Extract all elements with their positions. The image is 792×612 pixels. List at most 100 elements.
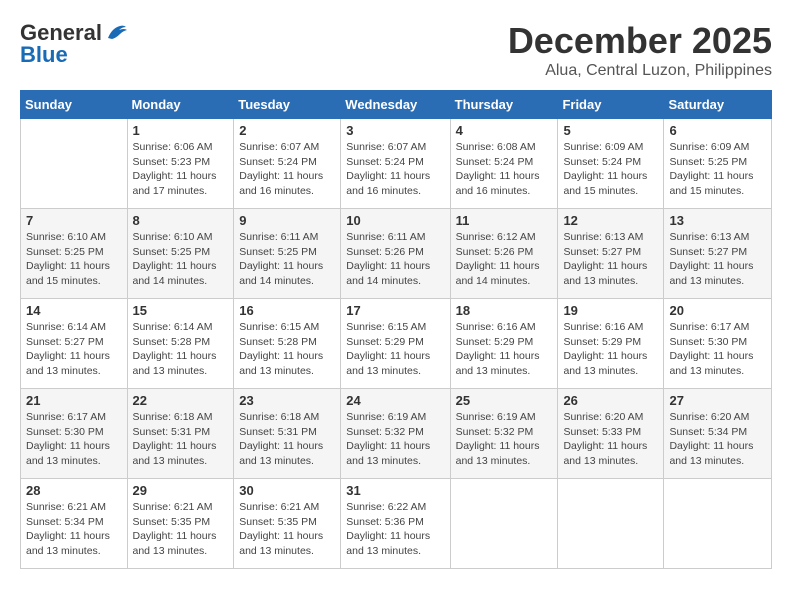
calendar-cell: 27 Sunrise: 6:20 AM Sunset: 5:34 PM Dayli… xyxy=(664,389,772,479)
week-row-2: 7 Sunrise: 6:10 AM Sunset: 5:25 PM Daylig… xyxy=(21,209,772,299)
calendar-cell: 25 Sunrise: 6:19 AM Sunset: 5:32 PM Dayli… xyxy=(450,389,558,479)
calendar-cell: 1Sunrise: 6:06 AM Sunset: 5:23 PM Daylig… xyxy=(127,119,234,209)
calendar-cell: 12Sunrise: 6:13 AM Sunset: 5:27 PM Dayli… xyxy=(558,209,664,299)
day-info: Sunrise: 6:09 AM Sunset: 5:24 PM Dayligh… xyxy=(563,140,658,199)
calendar-cell: 29 Sunrise: 6:21 AM Sunset: 5:35 PM Dayli… xyxy=(127,479,234,569)
weekday-header-monday: Monday xyxy=(127,91,234,119)
day-number: 30 xyxy=(239,483,335,498)
day-info: Sunrise: 6:16 AM Sunset: 5:29 PM Dayligh… xyxy=(456,320,553,379)
day-info: Sunrise: 6:22 AM Sunset: 5:36 PM Dayligh… xyxy=(346,500,444,559)
day-number: 5 xyxy=(563,123,658,138)
weekday-header-saturday: Saturday xyxy=(664,91,772,119)
month-title: December 2025 xyxy=(508,20,772,62)
calendar-cell: 3Sunrise: 6:07 AM Sunset: 5:24 PM Daylig… xyxy=(341,119,450,209)
weekday-header-friday: Friday xyxy=(558,91,664,119)
day-number: 10 xyxy=(346,213,444,228)
calendar-cell: 19 Sunrise: 6:16 AM Sunset: 5:29 PM Dayli… xyxy=(558,299,664,389)
calendar-cell xyxy=(664,479,772,569)
calendar-cell: 9 Sunrise: 6:11 AM Sunset: 5:25 PM Daylig… xyxy=(234,209,341,299)
weekday-header-thursday: Thursday xyxy=(450,91,558,119)
day-number: 12 xyxy=(563,213,658,228)
day-info: Sunrise: 6:21 AM Sunset: 5:35 PM Dayligh… xyxy=(133,500,229,559)
calendar-cell: 8 Sunrise: 6:10 AM Sunset: 5:25 PM Daylig… xyxy=(127,209,234,299)
day-number: 29 xyxy=(133,483,229,498)
day-info: Sunrise: 6:21 AM Sunset: 5:34 PM Dayligh… xyxy=(26,500,122,559)
calendar-cell: 26 Sunrise: 6:20 AM Sunset: 5:33 PM Dayli… xyxy=(558,389,664,479)
calendar-table: SundayMondayTuesdayWednesdayThursdayFrid… xyxy=(20,90,772,569)
day-number: 17 xyxy=(346,303,444,318)
logo: General Blue xyxy=(20,20,128,68)
weekday-header-wednesday: Wednesday xyxy=(341,91,450,119)
logo-bird-icon xyxy=(106,24,128,42)
day-info: Sunrise: 6:17 AM Sunset: 5:30 PM Dayligh… xyxy=(26,410,122,469)
day-info: Sunrise: 6:10 AM Sunset: 5:25 PM Dayligh… xyxy=(26,230,122,289)
calendar-cell: 17 Sunrise: 6:15 AM Sunset: 5:29 PM Dayli… xyxy=(341,299,450,389)
day-info: Sunrise: 6:14 AM Sunset: 5:27 PM Dayligh… xyxy=(26,320,122,379)
calendar-cell: 24 Sunrise: 6:19 AM Sunset: 5:32 PM Dayli… xyxy=(341,389,450,479)
weekday-header-tuesday: Tuesday xyxy=(234,91,341,119)
day-info: Sunrise: 6:18 AM Sunset: 5:31 PM Dayligh… xyxy=(239,410,335,469)
day-number: 2 xyxy=(239,123,335,138)
day-info: Sunrise: 6:11 AM Sunset: 5:26 PM Dayligh… xyxy=(346,230,444,289)
day-info: Sunrise: 6:15 AM Sunset: 5:28 PM Dayligh… xyxy=(239,320,335,379)
day-number: 19 xyxy=(563,303,658,318)
day-number: 3 xyxy=(346,123,444,138)
day-number: 22 xyxy=(133,393,229,408)
day-info: Sunrise: 6:11 AM Sunset: 5:25 PM Dayligh… xyxy=(239,230,335,289)
day-number: 14 xyxy=(26,303,122,318)
calendar-cell xyxy=(450,479,558,569)
day-info: Sunrise: 6:20 AM Sunset: 5:34 PM Dayligh… xyxy=(669,410,766,469)
calendar-cell: 6Sunrise: 6:09 AM Sunset: 5:25 PM Daylig… xyxy=(664,119,772,209)
day-number: 25 xyxy=(456,393,553,408)
day-number: 20 xyxy=(669,303,766,318)
calendar-cell: 21 Sunrise: 6:17 AM Sunset: 5:30 PM Dayli… xyxy=(21,389,128,479)
day-info: Sunrise: 6:21 AM Sunset: 5:35 PM Dayligh… xyxy=(239,500,335,559)
day-info: Sunrise: 6:19 AM Sunset: 5:32 PM Dayligh… xyxy=(456,410,553,469)
day-info: Sunrise: 6:15 AM Sunset: 5:29 PM Dayligh… xyxy=(346,320,444,379)
day-number: 27 xyxy=(669,393,766,408)
calendar-cell: 18 Sunrise: 6:16 AM Sunset: 5:29 PM Dayli… xyxy=(450,299,558,389)
day-number: 24 xyxy=(346,393,444,408)
location-title: Alua, Central Luzon, Philippines xyxy=(508,62,772,80)
calendar-cell: 16 Sunrise: 6:15 AM Sunset: 5:28 PM Dayli… xyxy=(234,299,341,389)
calendar-cell: 23Sunrise: 6:18 AM Sunset: 5:31 PM Dayli… xyxy=(234,389,341,479)
day-number: 11 xyxy=(456,213,553,228)
calendar-cell: 15 Sunrise: 6:14 AM Sunset: 5:28 PM Dayli… xyxy=(127,299,234,389)
title-block: December 2025 Alua, Central Luzon, Phili… xyxy=(508,20,772,80)
day-info: Sunrise: 6:09 AM Sunset: 5:25 PM Dayligh… xyxy=(669,140,766,199)
calendar-cell: 7 Sunrise: 6:10 AM Sunset: 5:25 PM Daylig… xyxy=(21,209,128,299)
weekday-header-row: SundayMondayTuesdayWednesdayThursdayFrid… xyxy=(21,91,772,119)
calendar-cell: 14 Sunrise: 6:14 AM Sunset: 5:27 PM Dayli… xyxy=(21,299,128,389)
day-number: 26 xyxy=(563,393,658,408)
day-info: Sunrise: 6:10 AM Sunset: 5:25 PM Dayligh… xyxy=(133,230,229,289)
day-number: 18 xyxy=(456,303,553,318)
week-row-5: 28 Sunrise: 6:21 AM Sunset: 5:34 PM Dayli… xyxy=(21,479,772,569)
calendar-cell: 13Sunrise: 6:13 AM Sunset: 5:27 PM Dayli… xyxy=(664,209,772,299)
day-info: Sunrise: 6:12 AM Sunset: 5:26 PM Dayligh… xyxy=(456,230,553,289)
day-info: Sunrise: 6:13 AM Sunset: 5:27 PM Dayligh… xyxy=(669,230,766,289)
day-number: 15 xyxy=(133,303,229,318)
day-info: Sunrise: 6:18 AM Sunset: 5:31 PM Dayligh… xyxy=(133,410,229,469)
week-row-4: 21 Sunrise: 6:17 AM Sunset: 5:30 PM Dayli… xyxy=(21,389,772,479)
day-number: 28 xyxy=(26,483,122,498)
day-number: 7 xyxy=(26,213,122,228)
day-number: 8 xyxy=(133,213,229,228)
day-info: Sunrise: 6:19 AM Sunset: 5:32 PM Dayligh… xyxy=(346,410,444,469)
day-number: 21 xyxy=(26,393,122,408)
calendar-cell: 28 Sunrise: 6:21 AM Sunset: 5:34 PM Dayli… xyxy=(21,479,128,569)
calendar-cell: 31Sunrise: 6:22 AM Sunset: 5:36 PM Dayli… xyxy=(341,479,450,569)
week-row-3: 14 Sunrise: 6:14 AM Sunset: 5:27 PM Dayli… xyxy=(21,299,772,389)
calendar-cell: 20Sunrise: 6:17 AM Sunset: 5:30 PM Dayli… xyxy=(664,299,772,389)
day-info: Sunrise: 6:16 AM Sunset: 5:29 PM Dayligh… xyxy=(563,320,658,379)
calendar-cell: 10 Sunrise: 6:11 AM Sunset: 5:26 PM Dayli… xyxy=(341,209,450,299)
day-number: 4 xyxy=(456,123,553,138)
day-number: 16 xyxy=(239,303,335,318)
calendar-cell: 22 Sunrise: 6:18 AM Sunset: 5:31 PM Dayli… xyxy=(127,389,234,479)
logo-blue: Blue xyxy=(20,42,68,68)
calendar-cell: 11 Sunrise: 6:12 AM Sunset: 5:26 PM Dayli… xyxy=(450,209,558,299)
weekday-header-sunday: Sunday xyxy=(21,91,128,119)
day-info: Sunrise: 6:20 AM Sunset: 5:33 PM Dayligh… xyxy=(563,410,658,469)
day-info: Sunrise: 6:14 AM Sunset: 5:28 PM Dayligh… xyxy=(133,320,229,379)
day-info: Sunrise: 6:06 AM Sunset: 5:23 PM Dayligh… xyxy=(133,140,229,199)
day-number: 9 xyxy=(239,213,335,228)
